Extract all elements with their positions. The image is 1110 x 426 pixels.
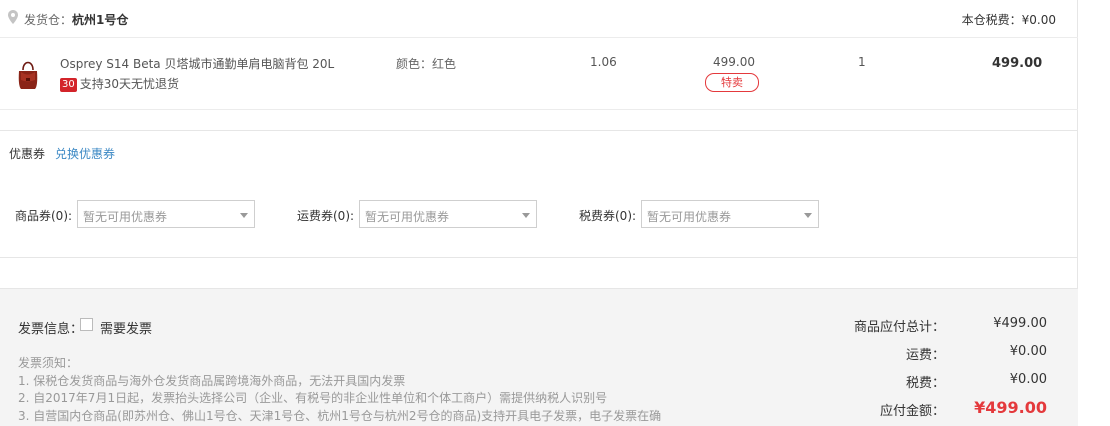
tax-value: ¥0.00 [1009,372,1047,387]
warehouse-row: 发货仓：杭州1号仓 本仓税费：¥0.00 [0,0,1078,38]
goods-total-value: ¥499.00 [993,316,1047,331]
return-policy: 30 支持30天无忧退货 [60,75,179,92]
shipping-coupon-select[interactable]: 暂无可用优惠券 [359,200,537,228]
return-30-days-icon: 30 [60,78,77,92]
goods-coupon-label: 商品券(0): [15,209,73,223]
invoice-notes-title: 发票须知： [18,356,79,370]
coupon-title: 优惠券 [9,147,46,161]
shipping-coupon-label: 运费券(0): [297,209,355,223]
order-frame: 发货仓：杭州1号仓 本仓税费：¥0.00 Osprey S14 Beta 贝塔城… [0,0,1078,426]
product-weight: 1.06 [590,55,617,69]
shipping-value: ¥0.00 [1009,344,1047,359]
redeem-coupon-link[interactable]: 兑换优惠券 [55,145,115,162]
goods-total-label: 商品应付总计： [853,320,945,335]
product-price: 499.00 [713,55,755,69]
invoice-notes: 发票须知： 1. 保税仓发货商品与海外仓发货商品属跨境海外商品，无法开具国内发票… [18,355,661,425]
amount-due-value: ¥499.00 [974,398,1047,417]
product-name[interactable]: Osprey S14 Beta 贝塔城市通勤单肩电脑背包 20L [60,55,334,72]
need-invoice-label[interactable]: 需要发票 [100,318,152,337]
warehouse-name: 杭州1号仓 [72,13,129,27]
tax-label: 税费： [905,376,945,391]
tax-coupon-select[interactable]: 暂无可用优惠券 [641,200,819,228]
dropdown-caret-icon [240,213,248,218]
invoice-label: 发票信息： [18,322,84,337]
warehouse-label: 发货仓：杭州1号仓 [24,13,129,27]
invoice-note-item: 2. 自2017年7月1日起，发票抬头选择公司（企业、有税号的非企业性单位和个体… [18,391,608,405]
product-qty: 1 [858,55,866,69]
tax-coupon-label: 税费券(0): [579,209,637,223]
amount-due-label: 应付金额： [879,404,945,419]
goods-coupon-select[interactable]: 暂无可用优惠券 [77,200,255,228]
dropdown-caret-icon [522,213,530,218]
return-policy-text: 支持30天无忧退货 [79,77,180,91]
shoulder-bag-icon[interactable] [14,56,42,92]
product-color: 颜色：红色 [396,57,457,71]
product-row: Osprey S14 Beta 贝塔城市通勤单肩电脑背包 20L 30 支持30天… [0,38,1078,110]
shipping-label: 运费： [905,348,945,363]
invoice-summary-section: 发票信息： 需要发票 发票须知： 1. 保税仓发货商品与海外仓发货商品属跨境海外… [0,288,1078,426]
warehouse-tax: 本仓税费：¥0.00 [961,13,1056,27]
location-pin-icon [8,10,18,24]
invoice-note-item: 3. 自营国内仓商品(即苏州仓、佛山1号仓、天津1号仓、杭州1号仓与杭州2号仓的… [18,408,662,423]
shipping-coupon-value: 暂无可用优惠券 [365,210,450,224]
goods-coupon-value: 暂无可用优惠券 [83,210,168,224]
product-subtotal: 499.00 [992,56,1043,71]
invoice-note-item: 1. 保税仓发货商品与海外仓发货商品属跨境海外商品，无法开具国内发票 [18,373,406,388]
coupon-section: 优惠券 兑换优惠券 商品券(0): 暂无可用优惠券 运费券(0): 暂无可用优惠… [0,130,1078,258]
sale-badge: 特卖 [705,73,759,92]
need-invoice-checkbox[interactable] [80,318,93,331]
tax-coupon-value: 暂无可用优惠券 [647,210,732,224]
dropdown-caret-icon [804,213,812,218]
